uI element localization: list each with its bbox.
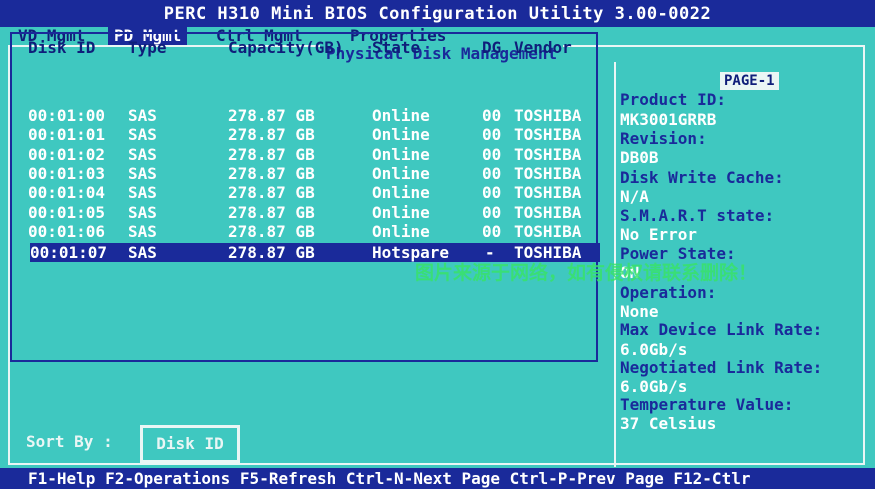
cell-type: SAS: [128, 243, 157, 262]
cell-disk-id: 00:01:04: [28, 183, 106, 202]
cell-type: SAS: [128, 145, 157, 164]
table-row[interactable]: 00:01:05 SAS 278.87 GB Online 00 TOSHIBA: [18, 203, 598, 222]
cell-dg: 00: [482, 164, 502, 183]
cell-disk-id: 00:01:06: [28, 222, 106, 241]
table-row[interactable]: 00:01:01 SAS 278.87 GB Online 00 TOSHIBA: [18, 125, 598, 144]
cell-state: Online: [372, 222, 430, 241]
cell-type: SAS: [128, 203, 157, 222]
header-vendor: Vendor: [514, 38, 572, 57]
page-indicator: PAGE-1: [720, 72, 779, 90]
revision-value: DB0B: [620, 148, 659, 167]
cell-state: Online: [372, 145, 430, 164]
operation-value: None: [620, 302, 659, 321]
cell-dg: 00: [482, 222, 502, 241]
header-disk-id: Disk ID: [28, 38, 96, 57]
write-cache-label: Disk Write Cache:: [620, 168, 784, 187]
cell-type: SAS: [128, 183, 157, 202]
cell-state: Online: [372, 164, 430, 183]
sort-by-label: Sort By :: [26, 432, 113, 451]
product-id-label: Product ID:: [620, 90, 726, 109]
cell-vendor: TOSHIBA: [514, 145, 582, 164]
cell-type: SAS: [128, 125, 157, 144]
max-link-rate-value: 6.0Gb/s: [620, 340, 688, 359]
negotiated-link-rate-label: Negotiated Link Rate:: [620, 358, 823, 377]
header-type: Type: [128, 38, 167, 57]
cell-capacity: 278.87 GB: [228, 222, 315, 241]
cell-disk-id: 00:01:05: [28, 203, 106, 222]
cell-vendor: TOSHIBA: [514, 164, 582, 183]
max-link-rate-label: Max Device Link Rate:: [620, 320, 823, 339]
temperature-value: 37 Celsius: [620, 414, 717, 433]
table-row[interactable]: 00:01:00 SAS 278.87 GB Online 00 TOSHIBA: [18, 106, 598, 125]
cell-capacity: 278.87 GB: [228, 164, 315, 183]
cell-disk-id: 00:01:07: [30, 243, 108, 262]
table-row[interactable]: 00:01:04 SAS 278.87 GB Online 00 TOSHIBA: [18, 183, 598, 202]
cell-state: Online: [372, 203, 430, 222]
table-header: Disk ID Type Capacity(GB) State DG Vendo…: [18, 38, 598, 58]
table-row[interactable]: 00:01:03 SAS 278.87 GB Online 00 TOSHIBA: [18, 164, 598, 183]
cell-capacity: 278.87 GB: [228, 145, 315, 164]
table-row[interactable]: 00:01:06 SAS 278.87 GB Online 00 TOSHIBA: [18, 222, 598, 241]
cell-capacity: 278.87 GB: [228, 183, 315, 202]
cell-state: Online: [372, 183, 430, 202]
cell-dg: 00: [482, 183, 502, 202]
negotiated-link-rate-value: 6.0Gb/s: [620, 377, 688, 396]
cell-capacity: 278.87 GB: [228, 203, 315, 222]
header-capacity: Capacity(GB): [228, 38, 344, 57]
watermark-text: 图片来源于网络，如有侵权请联系删除！: [415, 262, 758, 284]
temperature-label: Temperature Value:: [620, 395, 794, 414]
cell-disk-id: 00:01:00: [28, 106, 106, 125]
cell-dg: 00: [482, 125, 502, 144]
cell-state: Online: [372, 106, 430, 125]
header-dg: DG: [482, 38, 502, 57]
cell-capacity: 278.87 GB: [228, 243, 315, 262]
cell-dg: 00: [482, 203, 502, 222]
cell-dg: 00: [482, 145, 502, 164]
smart-label: S.M.A.R.T state:: [620, 206, 775, 225]
cell-type: SAS: [128, 164, 157, 183]
smart-value: No Error: [620, 225, 698, 244]
status-bar: F1-Help F2-Operations F5-Refresh Ctrl-N-…: [0, 468, 875, 489]
cell-type: SAS: [128, 106, 157, 125]
table-row[interactable]: 00:01:02 SAS 278.87 GB Online 00 TOSHIBA: [18, 145, 598, 164]
cell-disk-id: 00:01:02: [28, 145, 106, 164]
cell-vendor: TOSHIBA: [514, 106, 582, 125]
header-state: State: [372, 38, 421, 57]
cell-state: Online: [372, 125, 430, 144]
product-id-value: MK3001GRRB: [620, 110, 717, 129]
cell-disk-id: 00:01:01: [28, 125, 106, 144]
revision-label: Revision:: [620, 129, 707, 148]
cell-disk-id: 00:01:03: [28, 164, 106, 183]
cell-vendor: TOSHIBA: [514, 183, 582, 202]
cell-vendor: TOSHIBA: [514, 222, 582, 241]
cell-type: SAS: [128, 222, 157, 241]
cell-capacity: 278.87 GB: [228, 106, 315, 125]
cell-capacity: 278.87 GB: [228, 125, 315, 144]
sort-by-button[interactable]: Disk ID: [140, 425, 240, 463]
window-title: PERC H310 Mini BIOS Configuration Utilit…: [0, 0, 875, 28]
cell-vendor: TOSHIBA: [514, 203, 582, 222]
operation-label: Operation:: [620, 283, 717, 302]
cell-dg: 00: [482, 106, 502, 125]
cell-vendor: TOSHIBA: [514, 125, 582, 144]
write-cache-value: N/A: [620, 187, 649, 206]
